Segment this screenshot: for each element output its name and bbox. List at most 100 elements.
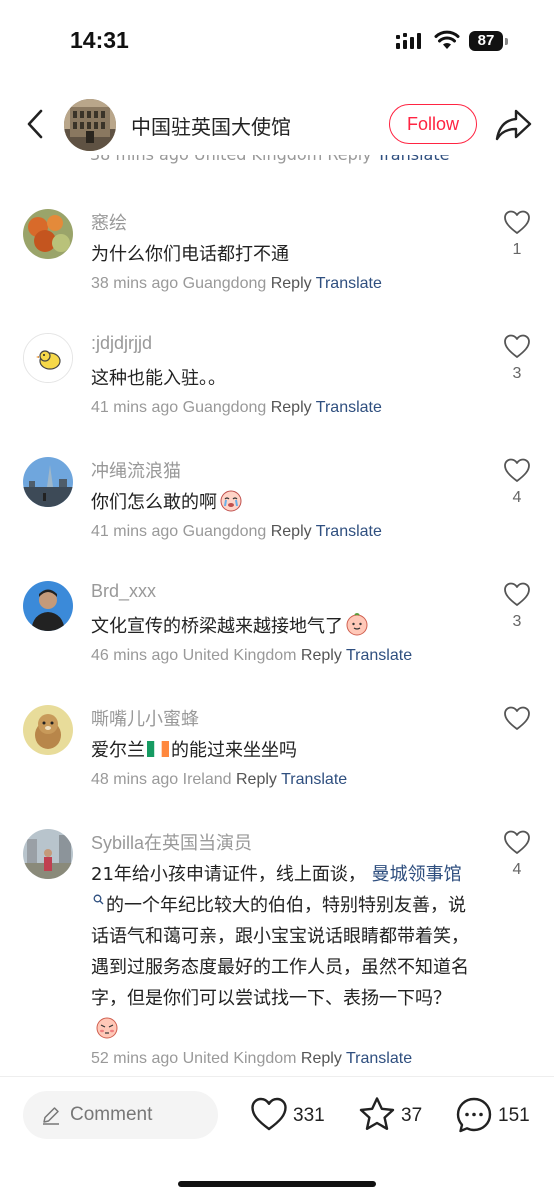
follow-button[interactable]: Follow [389, 104, 477, 144]
comment-bubble-icon [456, 1097, 492, 1133]
comment-text: 你们怎么敢的啊 [91, 487, 476, 518]
pencil-icon [43, 1107, 59, 1125]
heart-icon[interactable] [503, 209, 531, 235]
comment-author[interactable]: :jdjdjrjjd [91, 333, 152, 354]
share-icon[interactable] [494, 106, 534, 144]
like-total: 331 [293, 1105, 325, 1126]
like-count: 3 [512, 365, 522, 382]
comment-time: 38 mins ago [91, 275, 179, 292]
comment-time: 52 mins ago [91, 1050, 179, 1067]
heart-icon[interactable] [503, 705, 531, 731]
partial-translate-link[interactable]: Translate [377, 155, 450, 164]
comment-location: United Kingdom [182, 647, 297, 664]
reply-button[interactable]: Reply [301, 647, 342, 664]
cartoon-avatar-image [23, 705, 73, 755]
comment-time: 48 mins ago [91, 771, 179, 788]
heart-icon [251, 1097, 287, 1131]
star-icon [359, 1097, 395, 1130]
comment-meta: 38 mins ago Guangdong Reply Translate [91, 275, 382, 293]
comment-placeholder: Comment [70, 1104, 153, 1125]
comment-location: Guangdong [182, 523, 267, 540]
heart-icon[interactable] [503, 581, 531, 607]
comment-time: 46 mins ago [91, 647, 179, 664]
comment-text: 文化宣传的桥梁越来越接地气了 [91, 611, 476, 642]
home-indicator[interactable] [178, 1181, 376, 1187]
comment-author[interactable]: 嘶嘴儿小蜜蜂 [91, 705, 199, 731]
heart-icon[interactable] [503, 333, 531, 359]
avatar[interactable] [23, 829, 73, 879]
battery-level: 87 [469, 31, 503, 51]
comment-meta: 46 mins ago United Kingdom Reply Transla… [91, 647, 412, 665]
comment-total: 151 [498, 1105, 530, 1126]
comment-meta: 41 mins ago Guangdong Reply Translate [91, 523, 382, 541]
avatar[interactable] [23, 705, 73, 755]
like-count: 1 [512, 241, 522, 258]
bottom-divider [0, 1076, 554, 1077]
comment-text: 21年给小孩申请证件，线上面谈， 曼城领事馆的一个年纪比较大的伯伯，特别特别友善… [91, 859, 476, 1045]
favorite-button[interactable]: 37 [358, 1096, 428, 1136]
avatar[interactable] [23, 209, 73, 259]
location-link[interactable]: 曼城领事馆 [372, 864, 462, 885]
header: 中国驻英国大使馆 Follow [0, 96, 554, 154]
translate-button[interactable]: Translate [316, 275, 382, 292]
comment-text-after: 的能过来坐坐吗 [171, 740, 297, 761]
comment-location: Guangdong [182, 399, 267, 416]
reply-button[interactable]: Reply [301, 1050, 342, 1067]
comment-location: Ireland [182, 771, 232, 788]
back-button[interactable] [18, 106, 52, 142]
reply-button[interactable]: Reply [271, 275, 312, 292]
signal-icon [396, 33, 421, 49]
street-avatar-image [23, 829, 73, 879]
comment-author[interactable]: Brd_xxx [91, 581, 156, 602]
battery-icon: 87 [469, 31, 509, 51]
like-count: 4 [512, 489, 522, 506]
comment-meta: 52 mins ago United Kingdom Reply Transla… [91, 1050, 412, 1068]
building-avatar-image [64, 99, 116, 151]
reply-button[interactable]: Reply [271, 523, 312, 540]
crying-emoji-icon [220, 490, 242, 512]
translate-button[interactable]: Translate [316, 523, 382, 540]
comment-time: 41 mins ago [91, 523, 179, 540]
search-icon[interactable] [93, 894, 104, 905]
comment-author[interactable]: 冲绳流浪猫 [91, 457, 181, 483]
reply-button[interactable]: Reply [271, 399, 312, 416]
like-count: 3 [512, 613, 522, 630]
comment-text: 这种也能入驻。。 [91, 368, 226, 389]
account-avatar[interactable] [64, 99, 116, 151]
translate-button[interactable]: Translate [316, 399, 382, 416]
avatar[interactable] [23, 333, 73, 383]
comment-meta: 41 mins ago Guangdong Reply Translate [91, 399, 382, 417]
translate-button[interactable]: Translate [281, 771, 347, 788]
ireland-flag-icon [147, 741, 169, 757]
comment-text: 为什么你们电话都打不通 [91, 244, 289, 265]
translate-button[interactable]: Translate [346, 647, 412, 664]
comment-author[interactable]: Sybilla在英国当演员 [91, 829, 252, 855]
partial-meta-text: 38 mins ago United Kingdom Reply [90, 155, 372, 164]
avatar[interactable] [23, 581, 73, 631]
account-name[interactable]: 中国驻英国大使馆 [131, 111, 291, 140]
comment-author[interactable]: 窸绘 [91, 209, 127, 235]
like-button[interactable]: 331 [250, 1096, 330, 1136]
flower-avatar-image [23, 209, 73, 259]
comment-location: Guangdong [182, 275, 267, 292]
bird-avatar-image [24, 334, 72, 382]
comment-text-body: 文化宣传的桥梁越来越接地气了 [91, 616, 343, 637]
favorite-total: 37 [401, 1105, 423, 1126]
wifi-icon [434, 30, 460, 49]
status-bar: 14:31 87 [0, 0, 554, 84]
heart-icon[interactable] [503, 457, 531, 483]
comment-text-part-1: 21年给小孩申请证件，线上面谈， [91, 864, 366, 885]
reply-button[interactable]: Reply [236, 771, 277, 788]
comments-button[interactable]: 151 [455, 1096, 535, 1136]
comment-input[interactable]: Comment [23, 1091, 218, 1139]
like-count: 4 [512, 861, 522, 878]
avatar[interactable] [23, 457, 73, 507]
comment-text-part-2: 的一个年纪比较大的伯伯，特别特别友善，说话语气和蔼可亲，跟小宝宝说话眼睛都带着笑… [91, 895, 469, 1009]
status-time: 14:31 [70, 27, 129, 53]
translate-button[interactable]: Translate [346, 1050, 412, 1067]
comment-time: 41 mins ago [91, 399, 179, 416]
blush-emoji-icon [96, 1017, 118, 1039]
peach-emoji-icon [346, 613, 368, 636]
chevron-left-icon [27, 109, 43, 139]
heart-icon[interactable] [503, 829, 531, 855]
